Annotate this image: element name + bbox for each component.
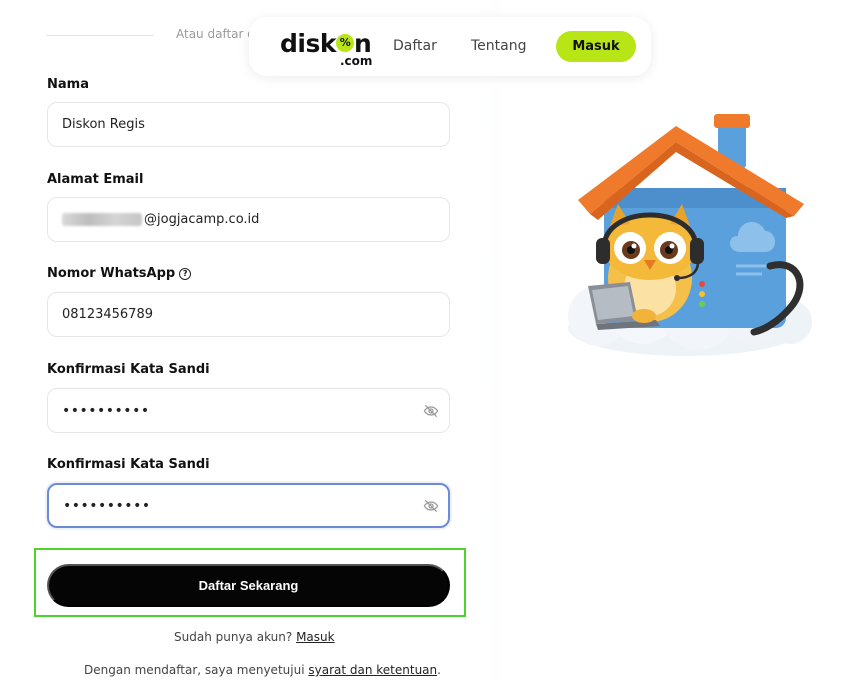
divider-line [46,35,154,36]
redacted-email-prefix [62,213,142,226]
owl-house-illustration [568,114,812,356]
eye-off-icon[interactable] [423,498,439,514]
terms-link[interactable]: syarat dan ketentuan [308,663,437,677]
password-field[interactable]: •••••••••• [47,388,450,433]
email-field[interactable]: @jogjacamp.co.id [47,197,450,242]
name-value: Diskon Regis [62,117,145,132]
diskon-logo[interactable]: disk% n .com [280,29,373,68]
terms-text: Dengan mendaftar, saya menyetujui syarat… [84,663,441,677]
confirm-password-field[interactable]: •••••••••• [47,483,450,528]
login-link[interactable]: Masuk [296,630,335,644]
whatsapp-value: 08123456789 [62,307,153,322]
name-field[interactable]: Diskon Regis [47,102,450,147]
password-label: Konfirmasi Kata Sandi [47,362,210,377]
nav-tentang-link[interactable]: Tentang [471,38,527,54]
nav-daftar-link[interactable]: Daftar [393,38,437,54]
login-prompt: Sudah punya akun? Masuk [174,630,335,644]
logo-subtext: .com [340,54,373,68]
logo-percent-icon: % [335,34,354,52]
email-label: Alamat Email [47,172,144,187]
name-label: Nama [47,77,89,92]
confirm-password-value: •••••••••• [63,497,151,514]
nav-masuk-button[interactable]: Masuk [556,31,636,62]
daftar-sekarang-button[interactable]: Daftar Sekarang [47,564,450,607]
help-circle-icon[interactable]: ? [179,268,192,280]
divider-text: Atau daftar d [176,27,255,41]
whatsapp-field[interactable]: 08123456789 [47,292,450,337]
confirm-password-label: Konfirmasi Kata Sandi [47,457,210,472]
email-value: @jogjacamp.co.id [144,212,260,227]
whatsapp-label: Nomor WhatsApp? [47,266,192,281]
eye-off-icon[interactable] [423,403,439,419]
password-value: •••••••••• [62,402,150,419]
top-navbar: disk% n .com Daftar Tentang Masuk [249,17,651,76]
